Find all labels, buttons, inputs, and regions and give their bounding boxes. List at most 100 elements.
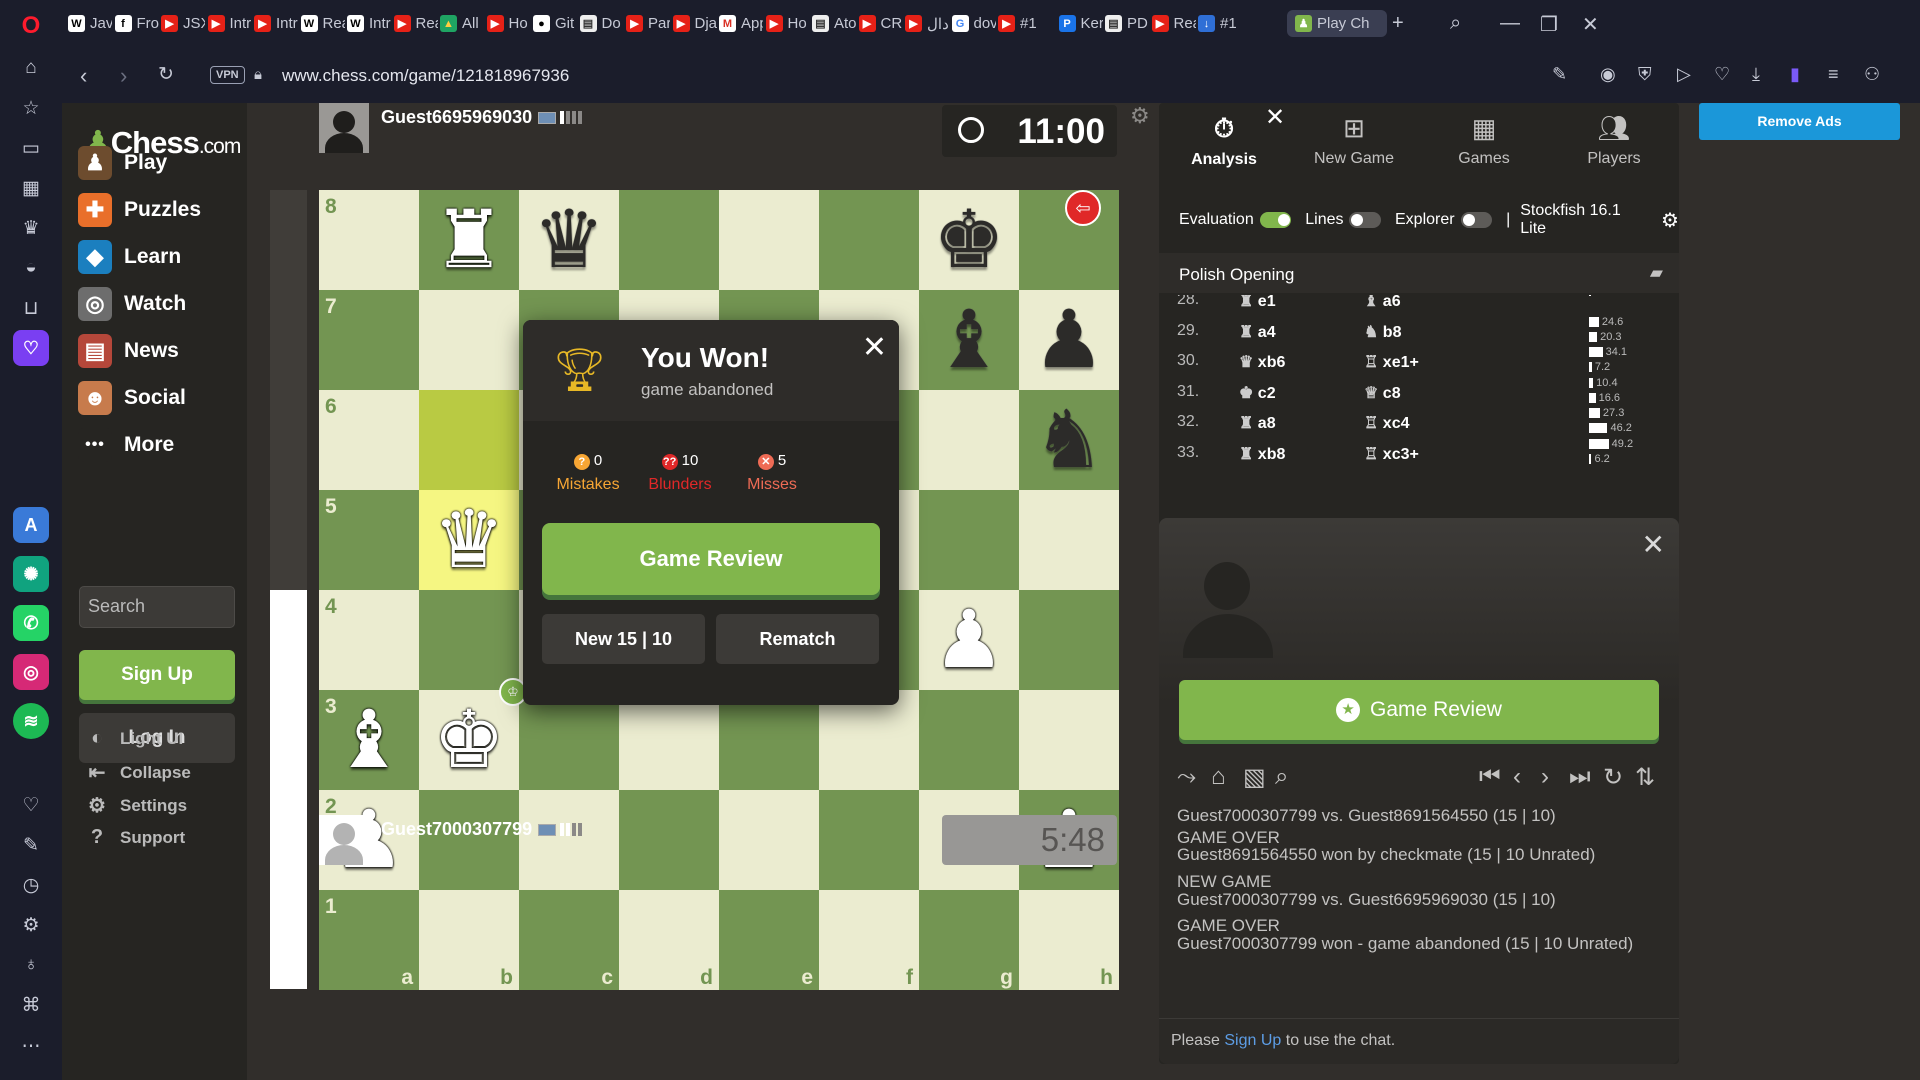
chatgpt-icon[interactable]: ✺ [13,556,49,592]
profile-icon[interactable]: ⚇ [1864,64,1880,85]
square-b8[interactable]: ♜ [419,190,519,290]
black-king-icon[interactable]: ♚ [933,200,1005,280]
square-g3[interactable] [919,690,1019,790]
square-c3[interactable] [519,690,619,790]
close-icon[interactable]: ✕ [1642,528,1665,561]
browser-tab[interactable]: ▶Rea [393,10,438,37]
square-d2[interactable] [619,790,719,890]
square-e3[interactable] [719,690,819,790]
black-move[interactable]: ♕ c8 [1364,383,1401,403]
maximize-icon[interactable]: ❐ [1540,12,1558,37]
square-h5[interactable] [1019,490,1119,590]
black-move[interactable]: ♞ b8 [1364,322,1401,342]
browser-tab[interactable]: ▶ Intr [207,10,252,37]
white-move[interactable]: ♛ xb6 [1239,352,1285,372]
browser-tab[interactable]: ▲ All [440,10,484,37]
black-move[interactable]: ♖ xc4 [1364,413,1410,433]
bottom-player-name[interactable]: Guest7000307799 [381,819,532,839]
browser-tab[interactable]: Gdov [951,10,996,37]
search-tabs-icon[interactable]: ⌕ [1450,12,1461,35]
last-move-icon[interactable]: ⏭ [1569,763,1591,791]
refresh-icon[interactable]: ↻ [1603,763,1623,792]
close-icon[interactable]: ✕ [862,330,887,365]
square-a5[interactable]: 5 [319,490,419,590]
black-queen-icon[interactable]: ♛ [533,200,605,280]
square-c8[interactable]: ♛ [519,190,619,290]
book-icon[interactable]: ▰ [1650,263,1663,283]
nav-learn[interactable]: ◆ Learn [78,240,181,274]
browser-tab[interactable]: ▶ Ho [765,10,810,37]
rematch-button[interactable]: Rematch [716,614,879,664]
square-a4[interactable]: 4 [319,590,419,690]
home-icon[interactable]: ⌂ [15,52,47,84]
square-h1[interactable]: h [1019,890,1119,990]
browser-tab[interactable]: W Intr [347,10,391,37]
square-a3[interactable]: ♝ 3 [319,690,419,790]
browser-tab[interactable]: ♟ Play Ch [1287,10,1387,37]
square-f2[interactable] [819,790,919,890]
zoom-icon[interactable]: ⌕ [1275,763,1288,791]
extension-icon[interactable]: ▮ [1790,64,1800,85]
browser-tab[interactable]: ▶ دال [905,10,949,37]
white-king-icon[interactable]: ♚ [433,700,505,780]
more-icon[interactable]: ⋯ [15,1030,47,1062]
side-support[interactable]: ? Support [84,826,185,849]
white-queen-icon[interactable]: ♛ [433,500,505,580]
nav-puzzles[interactable]: ✚ Puzzles [78,193,201,227]
browser-tab[interactable]: ↓ #1 [1198,10,1242,37]
remove-ads-button[interactable]: Remove Ads [1699,103,1900,140]
minimize-icon[interactable]: — [1500,12,1520,35]
side-settings[interactable]: ⚙ Settings [84,793,187,818]
square-a7[interactable]: 7 [319,290,419,390]
square-h4[interactable] [1019,590,1119,690]
top-player-avatar[interactable] [319,103,369,153]
browser-tab[interactable]: W Jav [68,10,112,37]
next-move-icon[interactable]: › [1541,763,1549,791]
aria-icon[interactable]: A [13,507,49,543]
square-g6[interactable] [919,390,1019,490]
bottom-player-avatar[interactable] [319,815,369,865]
popup-game-review-button[interactable]: ★ Game Review [1179,680,1659,740]
browser-tab[interactable]: ▤ Ato [812,10,856,37]
square-b7[interactable] [419,290,519,390]
square-a8[interactable]: 8 [319,190,419,290]
square-d3[interactable] [619,690,719,790]
square-g8[interactable]: ♚ [919,190,1019,290]
white-move[interactable]: ♜ xb8 [1239,444,1285,464]
square-d1[interactable]: d [619,890,719,990]
square-h7[interactable]: ♟ [1019,290,1119,390]
square-f8[interactable] [819,190,919,290]
crown-icon[interactable]: ♛ [15,212,47,244]
black-bishop-icon[interactable]: ♝ [933,300,1005,380]
square-d8[interactable] [619,190,719,290]
close-window-icon[interactable]: ✕ [1582,12,1599,37]
star-icon[interactable]: ☆ [15,92,47,124]
url-field[interactable]: www.chess.com/game/121818967936 [282,66,569,86]
browser-tab[interactable]: ● Git [533,10,577,37]
browser-tab[interactable]: ▶ Ho [486,10,531,37]
toggle-evaluation[interactable] [1259,212,1292,228]
black-pawn-icon[interactable]: ♟ [1033,300,1105,380]
white-move[interactable]: ♚ c2 [1239,383,1276,403]
first-move-icon[interactable]: ⏮ [1479,763,1501,791]
browser-tab[interactable]: ▶ #1 [998,10,1042,37]
square-b5[interactable]: ♛ [419,490,519,590]
whatsapp-icon[interactable]: ✆ [13,605,49,641]
sign-up-button[interactable]: Sign Up [79,650,235,700]
tab-games[interactable]: ▦ Games [1419,113,1549,168]
settings-icon[interactable]: ⚙ [15,909,47,941]
white-move[interactable]: ♜ a4 [1239,322,1276,342]
square-g4[interactable]: ♟ [919,590,1019,690]
square-e8[interactable] [719,190,819,290]
nav-play[interactable]: ♟ Play [78,146,167,180]
square-h3[interactable] [1019,690,1119,790]
menu-icon[interactable]: ≡ [1828,64,1839,85]
instagram-icon[interactable]: ◎ [13,654,49,690]
heart-app-icon[interactable]: ♡ [13,330,49,366]
square-b3[interactable]: ♚ [419,690,519,790]
browser-tab[interactable]: ▶ Dja [672,10,717,37]
lock-icon[interactable]: 🔒︎ [254,66,262,83]
image-icon[interactable]: ▧ [1243,763,1266,792]
browser-tab[interactable]: ▤ PDI [1105,10,1149,37]
black-move[interactable]: ♖ xe1+ [1364,352,1419,372]
